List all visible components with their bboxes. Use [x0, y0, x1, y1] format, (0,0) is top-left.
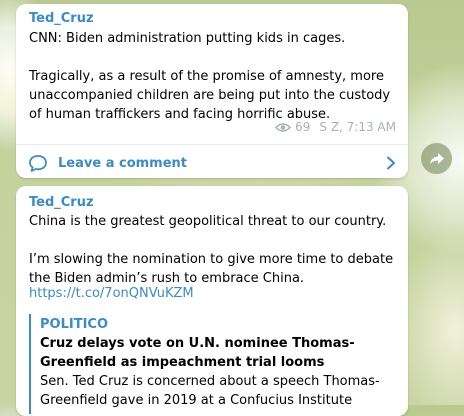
chevron-right-icon [386, 156, 396, 170]
message-text: CNN: Biden administration putting kids i… [29, 31, 391, 122]
signature-time: S Z, 7:13 AM [319, 120, 396, 134]
speech-bubble-icon [28, 154, 48, 173]
message-card: Ted_Cruz China is the greatest geopoliti… [16, 186, 408, 416]
eye-icon [275, 122, 292, 133]
view-count: 69 [295, 120, 311, 134]
message-card: Ted_Cruz CNN: Biden administration putti… [16, 4, 408, 178]
author-name[interactable]: Ted_Cruz [29, 11, 94, 26]
share-button[interactable] [421, 143, 452, 174]
author-name[interactable]: Ted_Cruz [29, 195, 94, 210]
forward-arrow-icon [429, 152, 445, 166]
link-preview[interactable]: POLITICO Cruz delays vote on U.N. nomine… [29, 314, 399, 414]
preview-title: Cruz delays vote on U.N. nominee Thomas-… [40, 336, 355, 370]
message-meta: 69 S Z, 7:13 AM [275, 120, 396, 134]
message-link[interactable]: https://t.co/7onQNVuKZM [29, 284, 401, 303]
preview-description: Sen. Ted Cruz is concerned about a speec… [40, 374, 380, 408]
message-text: China is the greatest geopolitical threa… [29, 214, 394, 286]
preview-site-name: POLITICO [40, 317, 108, 332]
divider [16, 144, 408, 145]
leave-comment-button[interactable]: Leave a comment [28, 149, 396, 177]
leave-comment-label: Leave a comment [58, 155, 188, 171]
